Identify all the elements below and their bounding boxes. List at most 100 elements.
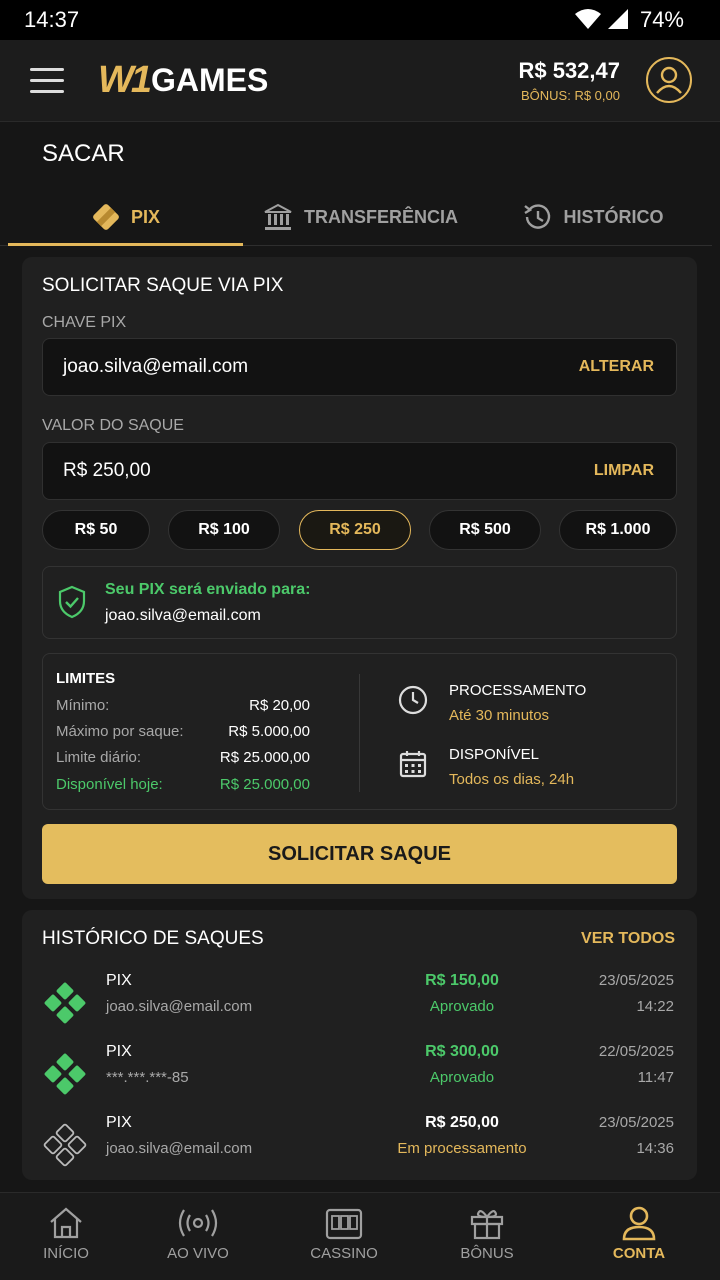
withdraw-tabs: PIX TRANSFERÊNCIA HISTÓRICO xyxy=(0,188,712,246)
change-key-button[interactable]: ALTERAR xyxy=(579,358,654,376)
clear-amount-button[interactable]: LIMPAR xyxy=(594,462,654,480)
nav-bonus[interactable]: BÔNUS xyxy=(427,1205,547,1262)
nav-label: CONTA xyxy=(612,1245,666,1262)
see-all-button[interactable]: VER TODOS xyxy=(581,930,675,948)
available-value: Todos os dias, 24h xyxy=(449,771,575,788)
user-icon xyxy=(622,1206,656,1241)
balance-amount: R$ 532,47 xyxy=(518,58,620,83)
withdraw-card-title: SOLICITAR SAQUE VIA PIX xyxy=(42,275,284,296)
history-date: 22/05/2025 xyxy=(598,1043,674,1060)
amount-field[interactable]: R$ 250,00 LIMPAR xyxy=(42,442,677,500)
pix-key-label: CHAVE PIX xyxy=(42,314,127,331)
nav-home[interactable]: INÍCIO xyxy=(6,1205,126,1262)
history-amount: R$ 150,00 xyxy=(425,972,499,989)
bank-icon xyxy=(264,203,292,230)
tab-transfer[interactable]: TRANSFERÊNCIA xyxy=(250,188,470,246)
menu-button[interactable] xyxy=(30,68,64,94)
limit-value: R$ 20,00 xyxy=(249,697,310,714)
active-tab-indicator xyxy=(8,243,243,246)
wifi-icon xyxy=(575,9,601,29)
history-status: Aprovado xyxy=(429,998,495,1015)
processing-title: PROCESSAMENTO xyxy=(449,682,587,699)
clock-icon xyxy=(398,685,428,715)
nav-label: INÍCIO xyxy=(43,1245,89,1262)
history-method: PIX xyxy=(106,1043,132,1060)
processing-value: Até 30 minutos xyxy=(449,707,550,724)
shield-check-icon xyxy=(58,585,86,619)
history-key: ***.***.***-85 xyxy=(106,1069,189,1086)
preset-chip-selected[interactable]: R$ 250 xyxy=(299,510,411,550)
pix-icon xyxy=(93,204,119,230)
preset-chip[interactable]: R$ 50 xyxy=(42,510,150,550)
profile-button[interactable] xyxy=(646,57,692,103)
nav-account[interactable]: CONTA xyxy=(579,1205,699,1262)
history-date: 23/05/2025 xyxy=(598,1114,674,1131)
menu-icon xyxy=(30,68,64,71)
logo-text: GAMES xyxy=(151,61,269,98)
history-date: 23/05/2025 xyxy=(598,972,674,989)
limit-value: R$ 25.000,00 xyxy=(219,749,310,766)
history-status: Aprovado xyxy=(429,1069,495,1086)
logo-mark: W1 xyxy=(98,58,152,101)
preset-chip[interactable]: R$ 1.000 xyxy=(559,510,677,550)
pix-key-field[interactable]: joao.silva@email.com ALTERAR xyxy=(42,338,677,396)
tab-pix[interactable]: PIX xyxy=(8,188,243,246)
history-title: HISTÓRICO DE SAQUES xyxy=(42,928,264,949)
bonus-balance: BÔNUS: R$ 0,00 xyxy=(521,88,620,103)
calendar-icon xyxy=(399,751,427,778)
home-icon xyxy=(50,1207,82,1239)
limit-row-available: Disponível hoje: R$ 25.000,00 xyxy=(56,776,310,793)
amount-label: VALOR DO SAQUE xyxy=(42,417,184,434)
live-icon xyxy=(178,1209,218,1237)
limits-divider xyxy=(359,674,360,792)
limit-value: R$ 5.000,00 xyxy=(228,723,310,740)
pix-icon xyxy=(44,982,86,1024)
nav-label: BÔNUS xyxy=(460,1245,514,1262)
limit-label: Mínimo: xyxy=(56,697,110,714)
history-time: 14:22 xyxy=(636,998,674,1015)
user-icon xyxy=(656,66,682,94)
history-time: 11:47 xyxy=(637,1069,674,1086)
balance-block: R$ 532,47 BÔNUS: R$ 0,00 xyxy=(518,58,620,103)
history-status: Em processamento xyxy=(397,1140,527,1157)
limit-row: Mínimo: R$ 20,00 xyxy=(56,697,310,714)
nav-label: AO VIVO xyxy=(167,1245,229,1262)
history-key: joao.silva@email.com xyxy=(106,998,253,1015)
limit-row: Limite diário: R$ 25.000,00 xyxy=(56,749,310,766)
history-time: 14:36 xyxy=(636,1140,674,1157)
limit-value: R$ 25.000,00 xyxy=(219,776,310,793)
tab-history[interactable]: HISTÓRICO xyxy=(490,188,695,246)
slot-icon xyxy=(325,1208,363,1240)
preset-chip[interactable]: R$ 100 xyxy=(168,510,280,550)
page-title: SACAR xyxy=(42,140,125,167)
history-amount: R$ 300,00 xyxy=(425,1043,499,1060)
nav-label: CASSINO xyxy=(310,1245,378,1262)
history-icon xyxy=(524,204,551,229)
notice-title: Seu PIX será enviado para: xyxy=(105,581,311,598)
bottom-nav: INÍCIO AO VIVO CASSINO BÔNUS CONTA xyxy=(0,1192,720,1280)
preset-chip[interactable]: R$ 500 xyxy=(429,510,541,550)
pix-outline-icon xyxy=(43,1123,87,1167)
history-row[interactable]: PIX joao.silva@email.com R$ 150,00 Aprov… xyxy=(42,972,677,1034)
nav-live[interactable]: AO VIVO xyxy=(138,1205,258,1262)
amount-presets: R$ 50 R$ 100 R$ 250 R$ 500 R$ 1.000 xyxy=(42,510,677,550)
notice-value: joao.silva@email.com xyxy=(105,607,261,624)
limits-panel: LIMITES Mínimo: R$ 20,00 Máximo por saque… xyxy=(42,653,677,810)
submit-withdraw-button[interactable]: SOLICITAR SAQUE xyxy=(42,824,677,884)
available-title: DISPONÍVEL xyxy=(449,746,540,763)
history-row[interactable]: PIX ***.***.***-85 R$ 300,00 Aprovado 22… xyxy=(42,1043,677,1105)
battery-level: 74% xyxy=(639,7,684,32)
nav-casino[interactable]: CASSINO xyxy=(284,1205,404,1262)
tab-label: HISTÓRICO xyxy=(563,206,664,227)
limits-title: LIMITES xyxy=(56,670,116,687)
amount-value: R$ 250,00 xyxy=(63,460,151,481)
history-method: PIX xyxy=(106,1114,132,1131)
limit-label: Máximo por saque: xyxy=(56,723,184,740)
tab-label: PIX xyxy=(130,206,160,227)
tab-label: TRANSFERÊNCIA xyxy=(303,206,458,227)
pix-key-value: joao.silva@email.com xyxy=(63,356,249,377)
history-row[interactable]: PIX joao.silva@email.com R$ 250,00 Em pr… xyxy=(42,1114,677,1176)
logo[interactable]: W1 GAMES xyxy=(98,58,268,102)
limit-row: Máximo por saque: R$ 5.000,00 xyxy=(56,723,310,740)
app-header: W1 GAMES R$ 532,47 BÔNUS: R$ 0,00 xyxy=(0,40,720,122)
